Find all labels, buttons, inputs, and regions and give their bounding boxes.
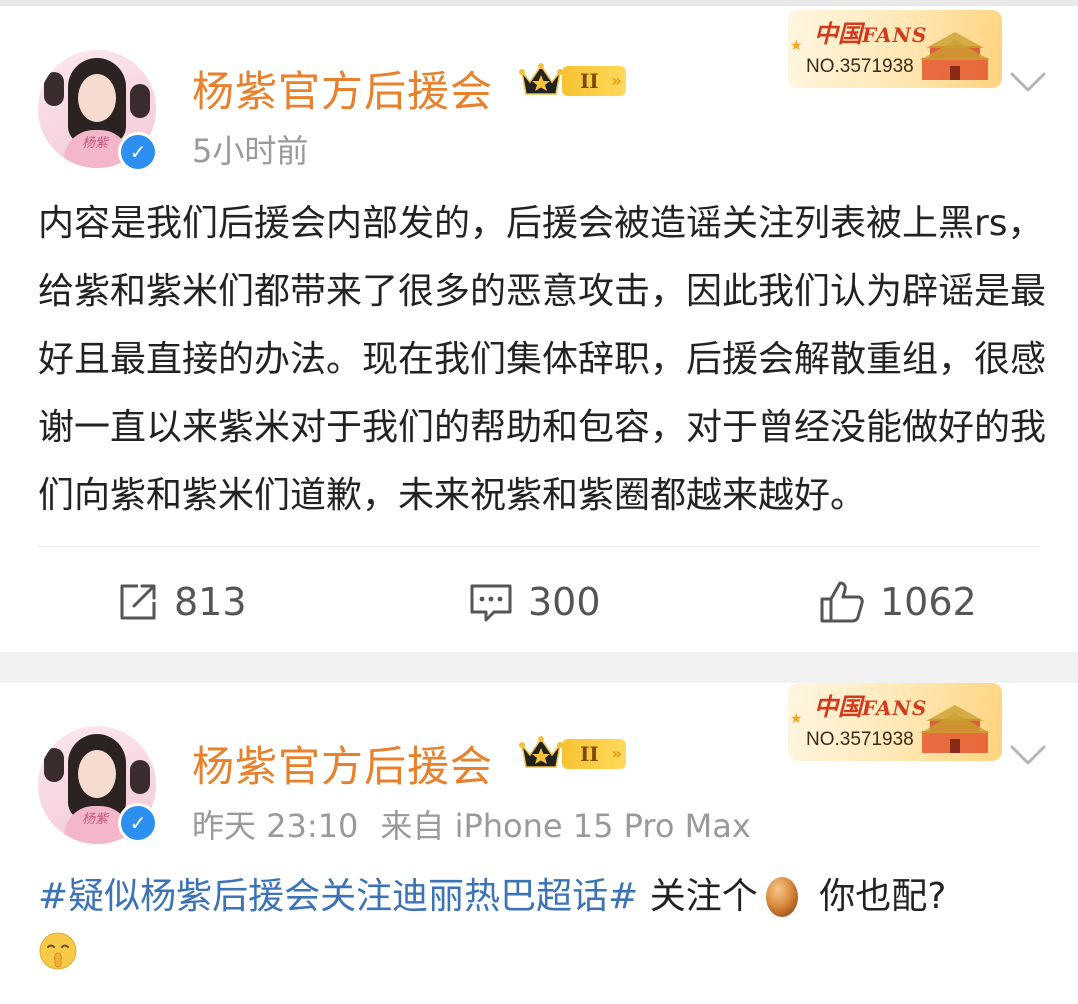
hashtag-link[interactable]: #疑似杨紫后援会关注迪丽热巴超话# xyxy=(38,876,638,917)
star-icon: ★ xyxy=(790,38,803,54)
level-label: II xyxy=(580,69,599,93)
crown-icon xyxy=(519,63,563,95)
fans-title-cn: 中国 xyxy=(814,692,862,721)
avatar-decoration xyxy=(130,84,150,118)
post-meta: 5小时前 xyxy=(192,126,308,172)
egg-emoji-icon xyxy=(765,877,798,917)
comment-icon xyxy=(470,584,512,622)
post-time: 5小时前 xyxy=(192,132,309,170)
fans-badge-number: NO.3571938 xyxy=(806,729,914,750)
china-fans-badge[interactable]: ★ 中国FANS NO.3571938 xyxy=(788,10,1002,88)
fans-title-cn: 中国 xyxy=(814,19,862,48)
repost-button[interactable]: 813 xyxy=(116,572,247,632)
post-card[interactable]: 杨紫 ✓ 杨紫官方后援会 II » 5小时前 ★ 中国FANS NO.35719… xyxy=(0,6,1078,652)
like-icon xyxy=(820,581,864,623)
avatar-decoration xyxy=(78,750,116,798)
fans-title-en: FANS xyxy=(862,696,928,720)
verified-badge-icon: ✓ xyxy=(118,803,158,843)
post-meta: 昨天 23:10 来自 iPhone 15 Pro Max xyxy=(192,801,751,847)
author-name[interactable]: 杨紫官方后援会 xyxy=(192,58,493,119)
shushing-face-emoji-icon xyxy=(39,932,77,970)
post-card[interactable]: 杨紫 ✓ 杨紫官方后援会 II » 昨天 23:10 来自 iPhone 15 P… xyxy=(0,683,1078,1004)
avatar-decoration xyxy=(78,74,116,122)
china-fans-badge[interactable]: ★ 中国FANS NO.3571938 xyxy=(788,683,1002,761)
post-source: 来自 iPhone 15 Pro Max xyxy=(380,807,751,845)
comment-count: 300 xyxy=(528,580,601,624)
avatar-script: 杨紫 xyxy=(82,812,109,827)
like-button[interactable]: 1062 xyxy=(818,572,977,632)
chevron-down-icon[interactable] xyxy=(1008,743,1048,767)
author-name[interactable]: 杨紫官方后援会 xyxy=(192,733,493,794)
divider xyxy=(38,546,1040,547)
repost-icon xyxy=(120,584,156,620)
post-text-segment: 关注个 xyxy=(638,876,758,917)
chevron-right-icon: » xyxy=(611,71,622,90)
avatar-script: 杨紫 xyxy=(82,136,109,151)
fans-title-en: FANS xyxy=(862,23,928,47)
crown-icon xyxy=(519,736,563,768)
tiananmen-gate-icon xyxy=(920,705,990,753)
post-text-segment: 你也配? xyxy=(807,876,947,917)
like-count: 1062 xyxy=(880,580,977,624)
comment-button[interactable]: 300 xyxy=(468,572,601,632)
post-body-text: 内容是我们后援会内部发的，后援会被造谣关注列表被上黑rs，给紫和紫米们都带来了很… xyxy=(38,203,1047,516)
avatar-decoration xyxy=(44,748,64,782)
level-label: II xyxy=(580,742,599,766)
repost-count: 813 xyxy=(174,580,247,624)
user-level-badge[interactable]: II » xyxy=(562,66,626,96)
post-time: 昨天 23:10 xyxy=(192,807,359,845)
avatar-decoration xyxy=(130,760,150,794)
chevron-down-icon[interactable] xyxy=(1008,70,1048,94)
star-icon: ★ xyxy=(790,711,803,727)
fans-badge-number: NO.3571938 xyxy=(806,56,914,77)
verified-badge-icon: ✓ xyxy=(118,132,158,172)
chevron-right-icon: » xyxy=(611,744,622,763)
fans-badge-title: 中国FANS xyxy=(814,687,927,722)
tiananmen-gate-icon xyxy=(920,32,990,80)
fans-badge-title: 中国FANS xyxy=(814,14,927,49)
post-body-text: #疑似杨紫后援会关注迪丽热巴超话# 关注个 你也配? xyxy=(38,867,946,927)
avatar-decoration xyxy=(44,72,64,106)
user-level-badge[interactable]: II » xyxy=(562,739,626,769)
